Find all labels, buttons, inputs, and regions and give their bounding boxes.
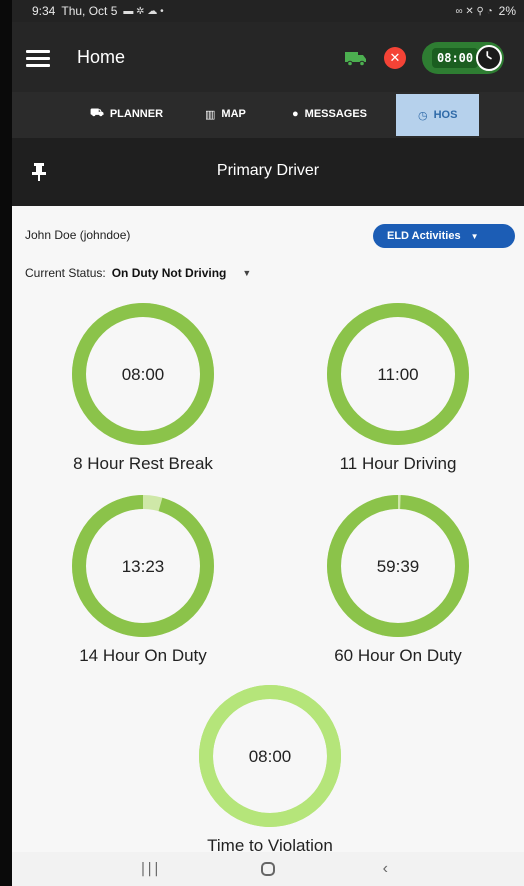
tab-label: MAP bbox=[221, 108, 246, 120]
gauge-ring: 13:23 bbox=[72, 495, 214, 637]
status-time: 9:34 bbox=[32, 4, 56, 18]
gauge-time: 08:00 bbox=[249, 747, 292, 766]
chat-icon: ● bbox=[292, 108, 299, 120]
user-name: John Doe (johndoe) bbox=[25, 228, 131, 242]
tab-map[interactable]: ▥ MAP bbox=[205, 92, 246, 136]
disconnect-icon[interactable]: ✕ bbox=[384, 47, 406, 69]
gauge-time: 59:39 bbox=[377, 557, 420, 576]
recent-apps-icon[interactable]: ||| bbox=[136, 857, 166, 881]
menu-icon[interactable] bbox=[26, 50, 50, 68]
hos-clock-toggle[interactable]: 08:00 bbox=[422, 42, 504, 74]
caret-down-icon[interactable]: ▼ bbox=[242, 268, 251, 278]
gauge-time: 13:23 bbox=[122, 557, 165, 576]
back-icon[interactable]: ‹ bbox=[370, 857, 400, 881]
tab-label: PLANNER bbox=[109, 108, 164, 120]
home-button[interactable] bbox=[253, 857, 283, 881]
tab-bar: ⛟ PLANNER ▥ MAP ● MESSAGES ◷ HOS bbox=[12, 92, 524, 138]
app-bar: Home ✕ 08:00 bbox=[12, 22, 524, 92]
system-icons: ∞ ✕ ⚲ ◔ bbox=[455, 5, 493, 17]
clock-icon: ◷ bbox=[418, 109, 428, 122]
notification-icons: ▬ ✲ ☁ • bbox=[123, 5, 164, 17]
gauge-time: 11:00 bbox=[377, 365, 418, 384]
gauge-ring: 11:00 bbox=[327, 303, 469, 445]
app-title: Home bbox=[77, 47, 126, 67]
gauge-ring: 08:00 bbox=[199, 685, 341, 827]
gauge-on-duty-60[interactable]: 59:39 60 Hour On Duty bbox=[318, 494, 478, 666]
eld-activities-button[interactable]: ELD Activities ▼ bbox=[373, 224, 515, 248]
map-icon: ▥ bbox=[205, 108, 216, 121]
tab-messages[interactable]: ● MESSAGES bbox=[292, 92, 367, 136]
system-nav-bar: ||| ‹ bbox=[12, 852, 524, 886]
home-icon bbox=[260, 862, 275, 876]
tab-hos[interactable]: ◷ HOS bbox=[396, 94, 480, 136]
gauge-time: 08:00 bbox=[122, 365, 165, 384]
clock-time: 08:00 bbox=[432, 48, 479, 68]
tab-label: MESSAGES bbox=[304, 108, 368, 120]
gauge-rest-break[interactable]: 08:00 8 Hour Rest Break bbox=[63, 302, 223, 474]
gauge-label: 8 Hour Rest Break bbox=[73, 454, 213, 473]
device-screen: 9:34 Thu, Oct 5 ▬ ✲ ☁ • ∞ ✕ ⚲ ◔ 2% Home … bbox=[12, 0, 524, 886]
driver-header: Primary Driver bbox=[12, 138, 524, 206]
driver-title: Primary Driver bbox=[216, 162, 320, 179]
current-status-label: Current Status: bbox=[25, 266, 106, 280]
gauge-ring: 59:39 bbox=[327, 495, 469, 637]
gauge-ring: 08:00 bbox=[72, 303, 214, 445]
gauge-label: 14 Hour On Duty bbox=[79, 646, 207, 665]
gauge-time-to-violation[interactable]: 08:00 Time to Violation bbox=[190, 684, 350, 852]
battery-level: 2% bbox=[498, 4, 516, 18]
truck-status-icon[interactable] bbox=[345, 50, 367, 66]
current-status-value[interactable]: On Duty Not Driving bbox=[112, 266, 227, 280]
clock-icon bbox=[476, 45, 502, 71]
gauge-on-duty-14[interactable]: 13:23 14 Hour On Duty bbox=[63, 494, 223, 666]
gauge-label: 60 Hour On Duty bbox=[334, 646, 462, 665]
eld-activities-label: ELD Activities bbox=[387, 230, 461, 242]
status-date: Thu, Oct 5 bbox=[61, 4, 118, 18]
gauge-driving[interactable]: 11:00 11 Hour Driving bbox=[318, 302, 478, 474]
current-status: Current Status: On Duty Not Driving ▼ bbox=[25, 266, 251, 280]
gauge-label: Time to Violation bbox=[207, 836, 333, 852]
status-bar: 9:34 Thu, Oct 5 ▬ ✲ ☁ • ∞ ✕ ⚲ ◔ 2% bbox=[12, 0, 524, 22]
truck-icon: ⛟ bbox=[90, 107, 104, 119]
hos-content: John Doe (johndoe) ELD Activities ▼ Curr… bbox=[12, 206, 524, 852]
gauge-label: 11 Hour Driving bbox=[339, 454, 457, 473]
caret-down-icon: ▼ bbox=[470, 231, 479, 241]
tab-label: HOS bbox=[433, 109, 458, 121]
tab-planner[interactable]: ⛟ PLANNER bbox=[90, 92, 163, 136]
